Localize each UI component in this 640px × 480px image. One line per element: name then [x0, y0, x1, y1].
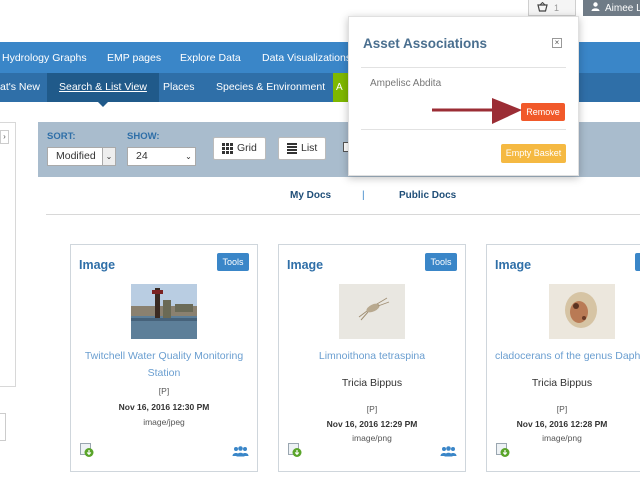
show-select[interactable]: 24 ⌄ [127, 147, 196, 166]
download-icon[interactable] [80, 443, 94, 457]
sort-label: SORT: [47, 131, 76, 142]
asset-card[interactable]: Image Tools Twitchell Water Quality Moni… [70, 244, 258, 472]
public-flag: [P] [556, 404, 568, 414]
show-label: SHOW: [127, 131, 160, 142]
chevron-down-icon: ⌄ [182, 148, 195, 165]
card-mime-type: image/jpeg [143, 417, 185, 427]
card-date: Nov 16, 2016 12:30 PM [118, 402, 210, 412]
card-mime-type: image/png [352, 433, 392, 443]
grid-icon [222, 143, 233, 154]
tools-button[interactable]: Tools [217, 253, 249, 271]
user-name: Aimee L [605, 2, 640, 14]
left-filter-panel [0, 122, 16, 387]
tab-separator: | [362, 190, 365, 201]
tab-my-docs[interactable]: My Docs [290, 190, 331, 201]
card-title[interactable]: cladocerans of the genus Daph [495, 348, 640, 365]
shared-group-icon [232, 444, 249, 457]
nav-extra-item[interactable]: A [333, 73, 349, 102]
public-flag: [P] [158, 386, 170, 396]
public-flag: [P] [366, 404, 378, 414]
basket-count: 1 [554, 2, 560, 13]
card-mime-type: image/png [542, 433, 582, 443]
basket-icon [537, 0, 548, 17]
grid-view-button[interactable]: Grid [213, 137, 266, 160]
card-type: Image [79, 258, 116, 272]
list-view-button[interactable]: List [278, 137, 327, 160]
card-date: Nov 16, 2016 12:28 PM [516, 419, 608, 429]
download-icon[interactable] [288, 443, 302, 457]
sort-value: Modified [56, 150, 96, 162]
nav-places[interactable]: Places [163, 73, 195, 102]
chevron-down-icon: ⌄ [102, 148, 115, 165]
asset-card[interactable]: Image T cladocerans of the genus Daph Tr… [486, 244, 640, 472]
card-title-line[interactable]: Station [77, 365, 251, 382]
left-panel-input[interactable] [0, 413, 6, 441]
card-title-line[interactable]: Limnoithona tetraspina [285, 348, 459, 365]
panel-collapse-toggle[interactable]: › [0, 130, 9, 144]
close-icon[interactable]: × [552, 38, 562, 48]
associated-asset-name: Ampelisc Abdita [370, 78, 442, 89]
card-title[interactable]: Limnoithona tetraspina [285, 348, 459, 365]
basket-button[interactable]: 1 [528, 0, 576, 16]
grid-view-label: Grid [237, 142, 257, 154]
popup-divider [361, 67, 566, 68]
sort-select[interactable]: Modified ⌄ [47, 147, 116, 166]
nav-explore-data[interactable]: Explore Data [180, 52, 241, 64]
user-menu-button[interactable]: Aimee L [583, 0, 640, 16]
popup-divider [361, 129, 566, 130]
nav-hydrology-graphs[interactable]: Hydrology Graphs [2, 52, 87, 64]
nav-whats-new[interactable]: at's New [0, 73, 40, 102]
tools-button[interactable]: T [635, 253, 640, 271]
card-title-line[interactable]: cladocerans of the genus Daph [495, 348, 640, 365]
card-thumbnail[interactable] [549, 284, 615, 339]
card-title[interactable]: Twitchell Water Quality Monitoring Stati… [77, 348, 251, 382]
card-type: Image [495, 258, 532, 272]
annotation-arrow-icon [432, 98, 522, 124]
tabs-divider [46, 214, 640, 215]
tools-button[interactable]: Tools [425, 253, 457, 271]
download-icon[interactable] [496, 443, 510, 457]
nav-emp-pages[interactable]: EMP pages [107, 52, 161, 64]
empty-basket-button[interactable]: Empty Basket [501, 144, 566, 163]
remove-button[interactable]: Remove [521, 103, 565, 121]
card-type: Image [287, 258, 324, 272]
nav-species-environment[interactable]: Species & Environment [216, 73, 325, 102]
card-author: Tricia Bippus [341, 377, 403, 389]
nav-data-visualizations[interactable]: Data Visualizations [262, 52, 351, 64]
tab-public-docs[interactable]: Public Docs [399, 190, 456, 201]
nav-search-list-view[interactable]: Search & List View [47, 73, 159, 107]
card-date: Nov 16, 2016 12:29 PM [326, 419, 418, 429]
card-title-line[interactable]: Twitchell Water Quality Monitoring [77, 348, 251, 365]
popup-title: Asset Associations [363, 36, 488, 51]
asset-card[interactable]: Image Tools Limnoithona tetraspina Trici… [278, 244, 466, 472]
card-thumbnail[interactable] [339, 284, 405, 339]
list-icon [287, 143, 297, 154]
show-value: 24 [136, 150, 148, 162]
list-view-label: List [301, 142, 318, 154]
card-thumbnail[interactable] [131, 284, 197, 339]
card-author: Tricia Bippus [531, 377, 593, 389]
user-icon [591, 2, 600, 14]
shared-group-icon [440, 444, 457, 457]
